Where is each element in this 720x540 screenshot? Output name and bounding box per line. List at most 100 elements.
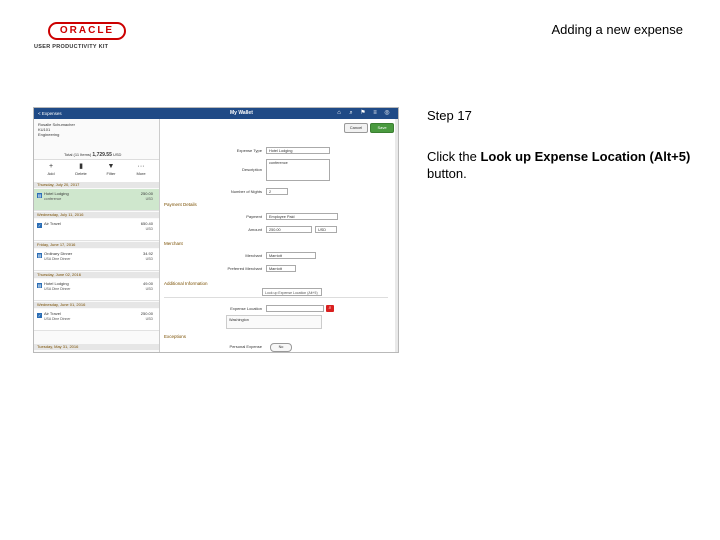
date-header: Wednesday, June 01, 2016 <box>34 302 159 308</box>
additional-section-title: Additional Information <box>164 281 208 286</box>
flag-icon[interactable]: ⚑ <box>360 110 366 116</box>
entry-name: Hotel Lodging <box>44 191 69 196</box>
oracle-logo: ORACLE USER PRODUCTIVITY KIT <box>34 22 126 50</box>
entry-name: Air Travel <box>44 221 61 226</box>
filter-button[interactable]: ▼ Filter <box>100 162 122 176</box>
date-header: Thursday, June 02, 2016 <box>34 272 159 278</box>
date-header: Friday, June 17, 2016 <box>34 242 159 248</box>
entry-description: USA Dine Dinner <box>44 287 71 291</box>
filter-icon: ▼ <box>107 163 115 170</box>
entry-name: Ordinary Dinner <box>44 251 73 256</box>
merchant-label: Merchant <box>245 253 262 258</box>
receipt-icon: ▤ <box>37 283 42 288</box>
lookup-tooltip: Look up Expense Location (Alt+5) <box>262 288 322 296</box>
home-icon[interactable]: ⌂ <box>336 110 342 116</box>
description-label: Description <box>241 167 262 172</box>
date-header: Wednesday, July 11, 2016 <box>34 212 159 218</box>
nights-label: Number of Nights <box>230 189 262 194</box>
entry-amount: 34.92 <box>142 251 153 256</box>
personal-expense-label: Personal Expense <box>229 344 262 349</box>
list-item[interactable]: ▤ Ordinary Dinner 34.92 USA Dine Dinner … <box>34 249 159 271</box>
more-icon: ··· <box>137 163 145 170</box>
merchant-section-title: Merchant <box>164 241 183 246</box>
cancel-button[interactable]: Cancel <box>344 123 368 133</box>
wallet-total: Total (11 Items) 1,729.55 USD <box>64 152 121 158</box>
scrollbar[interactable] <box>395 119 398 352</box>
list-item[interactable]: ▤ Hotel Lodging 250.00 conference USD <box>34 189 159 211</box>
currency-field[interactable]: USD <box>315 226 337 233</box>
back-to-expenses-link[interactable]: < Expenses <box>38 111 62 116</box>
app-screenshot: < Expenses My Wallet ⌂ ⌕ ⚑ ≡ ◎ Rosalie S… <box>33 107 399 353</box>
total-currency: USD <box>113 152 122 157</box>
date-header: Thursday, July 20, 2017 <box>34 182 159 188</box>
section-divider <box>164 297 388 298</box>
entry-currency: USD <box>145 227 153 231</box>
trash-icon: ▮ <box>79 163 83 170</box>
amount-label: Amount <box>248 227 262 232</box>
expense-location-label: Expense Location <box>230 306 262 311</box>
payment-label: Payment <box>246 214 262 219</box>
preferred-merchant-label: Preferred Merchant <box>227 266 262 271</box>
menu-icon[interactable]: ≡ <box>372 110 378 116</box>
list-item[interactable]: ▤ Hotel Lodging 49.00 USA Dine Dinner US… <box>34 279 159 301</box>
instruction-prefix: Click the <box>427 149 481 164</box>
expense-type-field[interactable]: Hotel Lodging <box>266 147 330 154</box>
wallet-actions: + Add ▮ Delete ▼ Filter ··· More <box>34 159 159 183</box>
more-button[interactable]: ··· More <box>130 162 152 176</box>
merchant-field[interactable]: Marriott <box>266 252 316 259</box>
add-button[interactable]: + Add <box>40 162 62 176</box>
nights-field[interactable]: 2 <box>266 188 288 195</box>
profile-role: Engineering <box>38 132 60 137</box>
receipt-icon: ▤ <box>37 193 42 198</box>
logo-subtitle: USER PRODUCTIVITY KIT <box>34 44 109 50</box>
step-label: Step 17 <box>427 108 472 123</box>
total-label: Total (11 Items) <box>64 152 92 157</box>
exceptions-section-title: Exceptions <box>164 334 187 339</box>
navbar-icon[interactable]: ◎ <box>384 110 390 116</box>
preferred-merchant-select[interactable]: Marriott <box>266 265 296 272</box>
entry-amount: 250.00 <box>140 311 153 316</box>
app-title-bar: < Expenses My Wallet ⌂ ⌕ ⚑ ≡ ◎ <box>34 108 398 119</box>
save-button[interactable]: Save <box>370 123 394 133</box>
amount-field[interactable]: 250.00 <box>266 226 312 233</box>
lookup-expense-location-button[interactable]: ⌕ <box>326 305 334 312</box>
receipt-icon: ▤ <box>37 253 42 258</box>
app-title: My Wallet <box>230 110 253 116</box>
expense-location-field[interactable] <box>266 305 324 312</box>
entry-amount: 250.00 <box>140 191 153 196</box>
entry-name: Hotel Lodging <box>44 281 69 286</box>
entry-description: USA Dine Dinner <box>44 257 71 261</box>
delete-button[interactable]: ▮ Delete <box>70 162 92 176</box>
profile-block: Rosalie Schumacher KU101 Engineering <box>38 122 75 137</box>
location-result-box: Washington <box>226 315 322 329</box>
entry-currency: USD <box>145 317 153 321</box>
total-amount: 1,729.55 <box>92 152 112 158</box>
instruction-target: Look up Expense Location (Alt+5) <box>480 149 691 164</box>
list-item[interactable]: ✓ Air Travel 650.40 USD <box>34 219 159 241</box>
filter-label: Filter <box>106 171 116 176</box>
search-icon[interactable]: ⌕ <box>348 110 354 116</box>
wallet-panel: Rosalie Schumacher KU101 Engineering Tot… <box>34 119 160 352</box>
description-field[interactable]: conference <box>266 159 330 181</box>
location-result-text[interactable]: Washington <box>229 318 249 322</box>
instruction-text: Click the Look up Expense Location (Alt+… <box>427 148 697 182</box>
expense-detail-panel: Cancel Save Expense Type Hotel Lodging D… <box>160 119 398 352</box>
lookup-icon: ⌕ <box>328 305 332 311</box>
entry-amount: 49.00 <box>142 281 153 286</box>
payment-section-title: Payment Details <box>164 202 197 207</box>
more-label: More <box>136 171 146 176</box>
checkbox-icon: ✓ <box>37 313 42 318</box>
entry-currency: USD <box>145 197 153 201</box>
entry-description: USA Dine Dinner <box>44 317 71 321</box>
entry-currency: USD <box>145 287 153 291</box>
topic-title: Adding a new expense <box>551 22 683 37</box>
entry-name: Air Travel <box>44 311 61 316</box>
list-item[interactable]: ✓ Air Travel 250.00 USA Dine Dinner USD <box>34 309 159 331</box>
add-icon: + <box>48 163 54 170</box>
payment-select[interactable]: Employee Paid <box>266 213 338 220</box>
personal-expense-toggle[interactable]: No <box>270 343 292 352</box>
logo-wordmark: ORACLE <box>48 22 126 40</box>
entry-currency: USD <box>145 257 153 261</box>
add-label: Add <box>47 171 55 176</box>
instruction-suffix: button. <box>427 166 467 181</box>
